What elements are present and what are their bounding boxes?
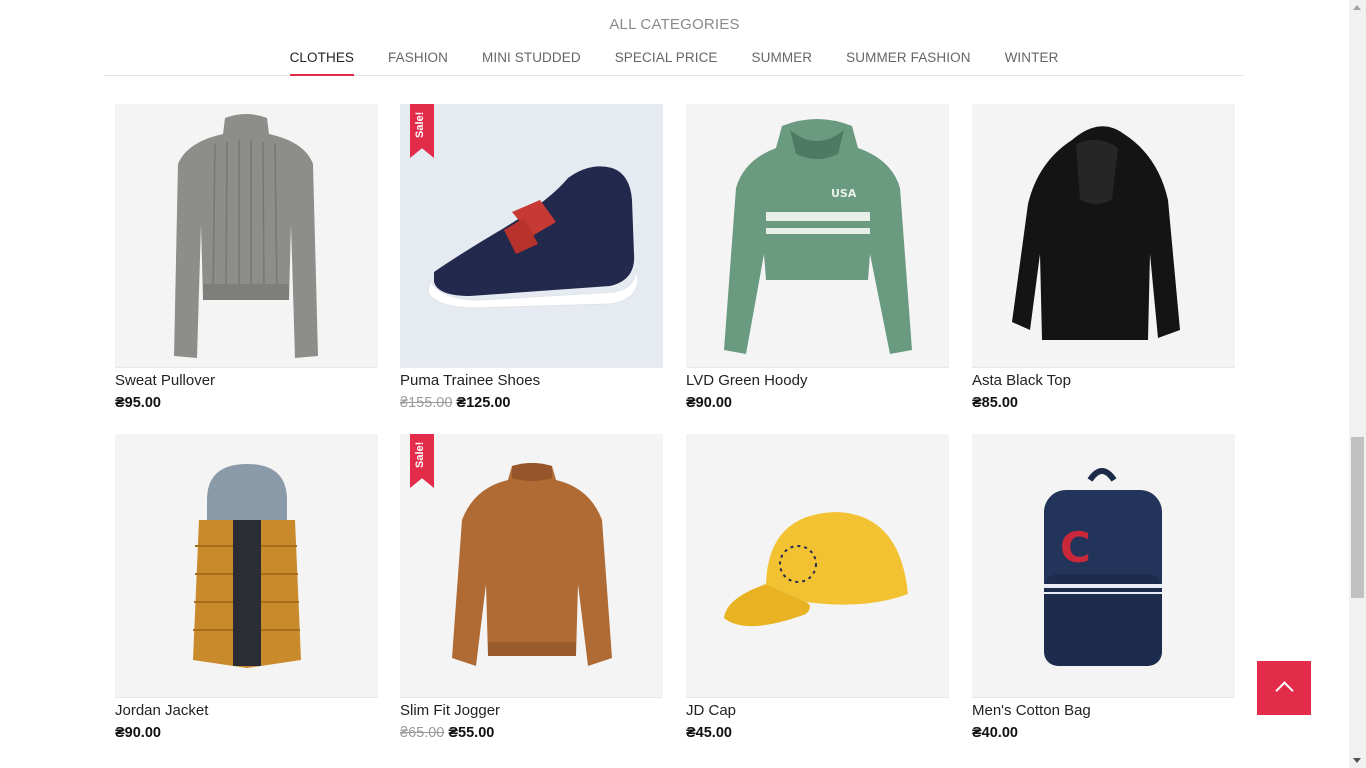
product-name[interactable]: Puma Trainee Shoes <box>400 372 540 389</box>
hoodie-print-text: USA <box>831 187 857 200</box>
old-price: ₴155.00 <box>400 395 453 411</box>
sweater-image[interactable] <box>115 104 378 368</box>
tab-summer[interactable]: SUMMER <box>752 40 813 75</box>
product-card[interactable]: USA LVD Green Hoody ₴90.00 <box>686 104 949 424</box>
current-price: ₴55.00 <box>448 725 495 741</box>
tab-clothes[interactable]: CLOTHES <box>289 40 355 76</box>
sneaker-image[interactable]: Sale! <box>400 104 663 368</box>
old-price: ₴65.00 <box>400 725 445 741</box>
product-name[interactable]: Slim Fit Jogger <box>400 702 500 719</box>
product-card[interactable]: Sale! Slim Fit Jogger ₴65.00 ₴55.00 <box>400 434 663 754</box>
product-price: ₴45.00 <box>686 725 732 741</box>
product-price: ₴90.00 <box>686 395 732 411</box>
product-name[interactable]: Asta Black Top <box>972 372 1071 389</box>
green-hoodie-image[interactable]: USA <box>686 104 949 368</box>
current-price: ₴90.00 <box>115 725 161 741</box>
scroll-thumb[interactable] <box>1351 437 1364 598</box>
current-price: ₴45.00 <box>686 725 732 741</box>
product-name[interactable]: Sweat Pullover <box>115 372 215 389</box>
scroll-down-arrow[interactable] <box>1353 758 1361 763</box>
scroll-up-arrow[interactable] <box>1353 5 1361 10</box>
current-price: ₴95.00 <box>115 395 161 411</box>
brown-sweatshirt-image[interactable]: Sale! <box>400 434 663 698</box>
tab-summer-fashion[interactable]: SUMMER FASHION <box>846 40 970 75</box>
current-price: ₴40.00 <box>972 725 1018 741</box>
product-card[interactable]: Sale! Puma Trainee Shoes ₴155.00 ₴125.00 <box>400 104 663 424</box>
puffer-vest-image[interactable] <box>115 434 378 698</box>
product-card[interactable]: C Men's Cotton Bag ₴40.00 <box>972 434 1235 754</box>
current-price: ₴125.00 <box>456 395 511 411</box>
page: ALL CATEGORIES CLOTHES FASHION MINI STUD… <box>0 0 1349 768</box>
backpack-image[interactable]: C <box>972 434 1235 698</box>
backpack-logo-text: C <box>1060 523 1091 572</box>
yellow-cap-image[interactable] <box>686 434 949 698</box>
product-card[interactable]: JD Cap ₴45.00 <box>686 434 949 754</box>
product-price: ₴90.00 <box>115 725 161 741</box>
product-price: ₴40.00 <box>972 725 1018 741</box>
category-tabs: CLOTHES FASHION MINI STUDDED SPECIAL PRI… <box>104 40 1244 76</box>
product-price: ₴95.00 <box>115 395 161 411</box>
product-name[interactable]: LVD Green Hoody <box>686 372 807 389</box>
product-price: ₴65.00 ₴55.00 <box>400 725 494 741</box>
product-card[interactable]: Asta Black Top ₴85.00 <box>972 104 1235 424</box>
back-to-top-button[interactable] <box>1257 661 1311 715</box>
section-title: ALL CATEGORIES <box>609 16 740 33</box>
black-hoodie-image[interactable] <box>972 104 1235 368</box>
product-name[interactable]: Jordan Jacket <box>115 702 208 719</box>
tab-mini-studded[interactable]: MINI STUDDED <box>482 40 581 75</box>
product-price: ₴155.00 ₴125.00 <box>400 395 510 411</box>
current-price: ₴85.00 <box>972 395 1018 411</box>
product-price: ₴85.00 <box>972 395 1018 411</box>
current-price: ₴90.00 <box>686 395 732 411</box>
product-name[interactable]: JD Cap <box>686 702 736 719</box>
product-card[interactable]: Sweat Pullover ₴95.00 <box>115 104 378 424</box>
tab-fashion[interactable]: FASHION <box>388 40 448 75</box>
page-scrollbar[interactable] <box>1349 0 1366 768</box>
product-card[interactable]: Jordan Jacket ₴90.00 <box>115 434 378 754</box>
tab-winter[interactable]: WINTER <box>1005 40 1059 75</box>
product-name[interactable]: Men's Cotton Bag <box>972 702 1091 719</box>
tab-special-price[interactable]: SPECIAL PRICE <box>615 40 718 75</box>
